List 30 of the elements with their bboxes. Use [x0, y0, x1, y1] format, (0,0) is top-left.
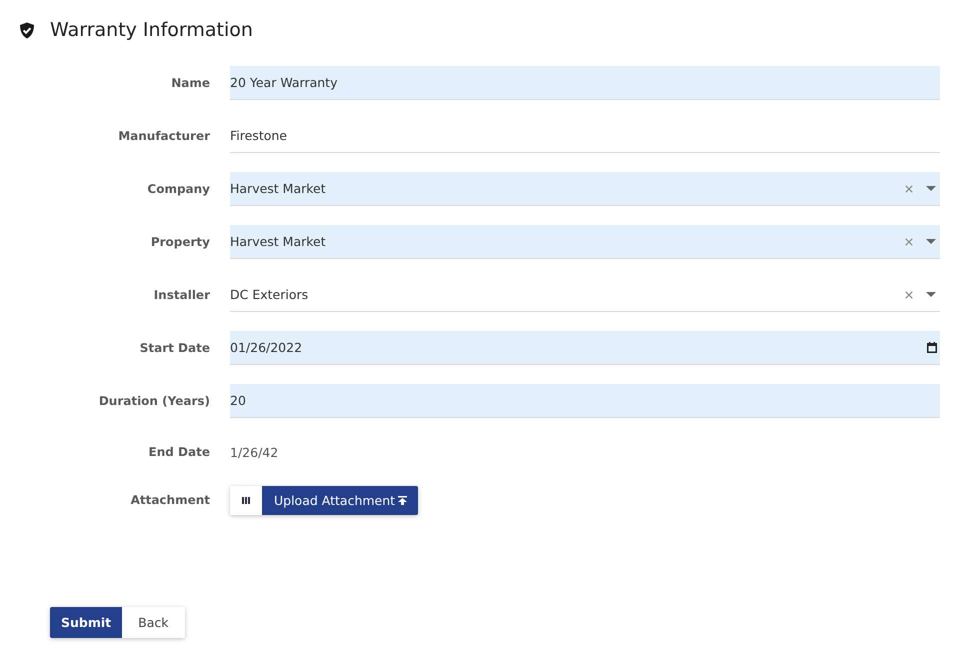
dropdown-field[interactable]: Harvest Market	[230, 225, 940, 259]
submit-button[interactable]: Submit	[50, 607, 122, 638]
text-field[interactable]: 20 Year Warranty	[230, 66, 940, 100]
field-label: Property	[150, 235, 210, 249]
field-label: Company	[147, 182, 210, 196]
back-button[interactable]: Back	[122, 607, 184, 638]
date-field[interactable]: 01/26/2022	[230, 331, 940, 365]
dropdown-field[interactable]: Harvest Market	[230, 172, 940, 206]
caret-down-icon	[926, 292, 936, 297]
calendar-icon[interactable]	[927, 342, 937, 353]
field-label: Duration (Years)	[98, 394, 210, 408]
field-label: Name	[171, 76, 210, 90]
end-date-value: 1/26/42	[230, 444, 278, 460]
shield-check-icon	[19, 22, 35, 38]
field-label: Attachment	[130, 493, 210, 507]
text-field[interactable]: 20	[230, 384, 940, 418]
file-button[interactable]	[230, 486, 262, 514]
field-label: Start Date	[140, 341, 210, 355]
caret-down-icon	[926, 239, 936, 244]
field-label: Installer	[154, 288, 210, 302]
upload-button[interactable]: Upload Attachment	[262, 486, 418, 514]
clear-icon[interactable]	[905, 290, 913, 298]
bars-icon	[242, 496, 250, 504]
clear-icon[interactable]	[905, 238, 913, 246]
caret-down-icon	[926, 186, 936, 191]
field-label: Manufacturer	[118, 129, 210, 143]
upload-icon	[398, 496, 408, 504]
clear-icon[interactable]	[905, 184, 913, 192]
field-label: End Date	[148, 445, 210, 459]
page-title: Warranty Information	[50, 19, 253, 41]
